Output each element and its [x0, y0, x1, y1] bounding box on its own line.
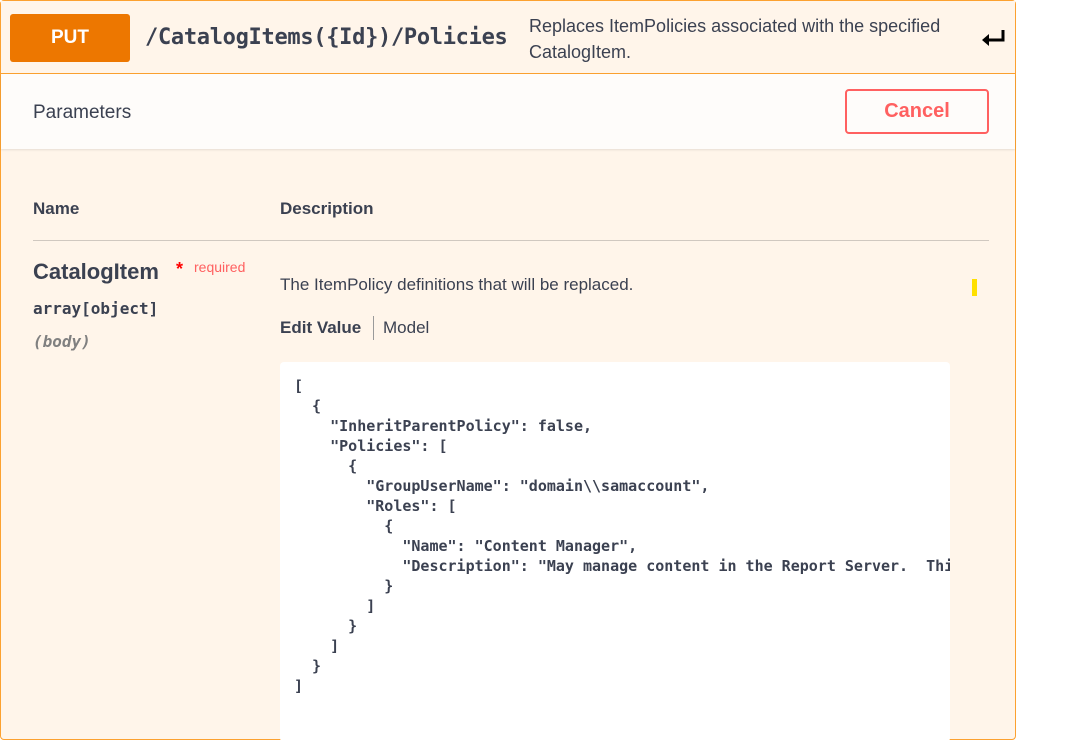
endpoint-path: /CatalogItems({Id})/Policies [145, 25, 508, 50]
method-badge: PUT [10, 14, 130, 62]
parameters-title: Parameters [33, 102, 132, 123]
operation-summary[interactable]: PUT /CatalogItems({Id})/Policies Replace… [1, 1, 1015, 74]
parameter-description: The ItemPolicy definitions that will be … [280, 275, 634, 294]
parameter-name: CatalogItem [33, 259, 159, 284]
tab-edit-value[interactable]: Edit Value [280, 318, 361, 338]
column-header-name: Name [33, 199, 80, 218]
required-label: required [194, 259, 246, 275]
request-body-editor[interactable]: [ { "InheritParentPolicy": false, "Polic… [280, 362, 950, 742]
operation-block-put: PUT /CatalogItems({Id})/Policies Replace… [0, 0, 1016, 742]
parameters-header: Parameters Cancel [1, 74, 1015, 149]
highlight-marker [972, 279, 977, 296]
operation-description: Replaces ItemPolicies associated with th… [529, 16, 941, 62]
table-header-divider [33, 240, 989, 241]
enter-return-icon[interactable] [981, 29, 1007, 47]
tab-model[interactable]: Model [383, 318, 429, 338]
parameter-type: array[object] [33, 299, 159, 318]
parameter-location: (body) [33, 332, 91, 351]
required-star: * [176, 259, 184, 279]
column-header-description: Description [280, 199, 374, 218]
tab-divider [373, 316, 374, 340]
cancel-button[interactable]: Cancel [845, 89, 989, 134]
